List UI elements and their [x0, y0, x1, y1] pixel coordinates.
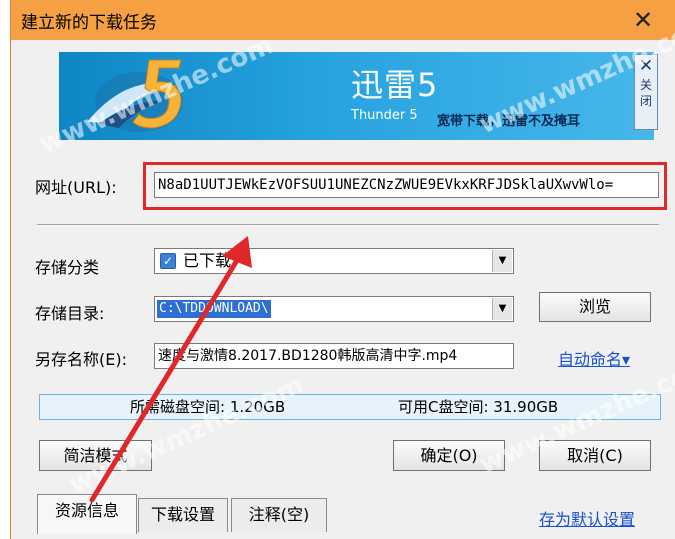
browse-button[interactable]: 浏览 [539, 292, 651, 322]
url-highlight-box [143, 162, 667, 210]
close-icon: ✕ [638, 56, 654, 76]
directory-value: C:\TDDOWNLOAD\ [157, 300, 271, 318]
simple-mode-button[interactable]: 简洁模式 [39, 440, 152, 471]
close-icon[interactable]: ✕ [628, 5, 658, 35]
save-default-link[interactable]: 存为默认设置 [539, 506, 635, 530]
category-label: 存储分类 [35, 258, 100, 277]
banner-close-button[interactable]: ✕ 关 闭 [634, 54, 658, 130]
chevron-down-icon[interactable]: ▼ [492, 298, 512, 320]
saveas-input[interactable]: 速度与激情8.2017.BD1280韩版高清中字.mp4 [154, 343, 514, 369]
disk-space-bar: 所需磁盘空间: 1.20GB 可用C盘空间: 31.90GB [39, 394, 661, 420]
url-label: 网址(URL): [35, 178, 117, 197]
banner-close-label-1: 关 [639, 78, 652, 92]
saveas-label: 另存名称(E): [35, 350, 127, 369]
directory-label: 存储目录: [35, 304, 105, 323]
window-title: 建立新的下载任务 [21, 13, 157, 33]
banner-close-label-2: 闭 [639, 94, 652, 108]
category-value: 已下载 [183, 251, 232, 270]
directory-select[interactable]: C:\TDDOWNLOAD\ ▼ [154, 296, 514, 322]
chevron-down-icon[interactable]: ▼ [492, 250, 512, 272]
tab-notes[interactable]: 注释(空) [231, 498, 327, 532]
category-select[interactable]: ✓ 已下载 ▼ [154, 248, 514, 274]
title-bar[interactable]: 建立新的下载任务 ✕ [11, 0, 675, 40]
auto-name-link[interactable]: 自动命名▾ [558, 346, 630, 370]
banner-brand: 迅雷5 [351, 66, 439, 104]
disk-required: 所需磁盘空间: 1.20GB [130, 398, 286, 416]
new-download-dialog: 建立新的下载任务 ✕ 迅雷5 Thunder 5 宽带下载，迅雷不及掩耳 ✕ 关… [10, 0, 675, 539]
banner-subtitle: Thunder 5 [351, 108, 418, 123]
cancel-button[interactable]: 取消(C) [539, 440, 651, 471]
disk-free: 可用C盘空间: 31.90GB [398, 398, 559, 416]
check-icon: ✓ [160, 253, 176, 269]
thunder-logo-icon [87, 59, 183, 132]
tab-resource-info[interactable]: 资源信息 [37, 494, 137, 534]
section-divider [37, 224, 659, 226]
ok-button[interactable]: 确定(O) [393, 440, 505, 471]
banner-slogan: 宽带下载，迅雷不及掩耳 [437, 114, 581, 129]
thunder-banner: 迅雷5 Thunder 5 宽带下载，迅雷不及掩耳 [59, 52, 654, 140]
tab-download-settings[interactable]: 下载设置 [138, 498, 228, 532]
